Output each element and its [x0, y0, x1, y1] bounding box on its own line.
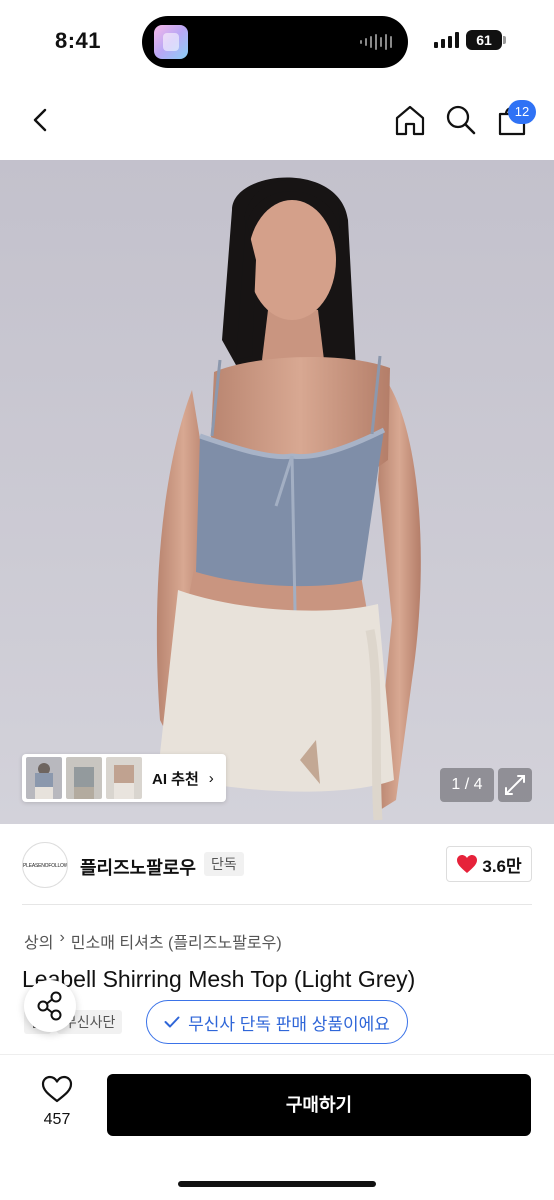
cart-count-badge: 12 [508, 100, 536, 124]
status-bar: 8:41 61 [0, 0, 554, 80]
check-icon [164, 1016, 180, 1028]
wishlist-button[interactable]: 457 [32, 1073, 82, 1137]
audio-wave-icon [360, 33, 392, 51]
exclusive-badge: 단독 [204, 852, 244, 876]
product-photo [0, 160, 554, 824]
image-page-indicator: 1 / 4 [440, 768, 494, 802]
breadcrumb-separator: › [59, 929, 65, 946]
brand-row: PLEASENOFOLLOW 플리즈노팔로우 단독 3.6만 [0, 824, 554, 906]
toast-text: 무신사 단독 판매 상품이에요 [188, 1014, 390, 1034]
app-header [0, 80, 554, 160]
heart-icon [457, 855, 478, 873]
product-title: Leabell Shirring Mesh Top (Light Grey) [22, 966, 416, 992]
home-icon [395, 105, 425, 136]
dynamic-island [142, 16, 408, 68]
wishlist-count: 457 [43, 1111, 71, 1128]
search-icon [446, 105, 476, 135]
breadcrumb-item[interactable]: 상의 [24, 929, 53, 953]
divider [22, 904, 532, 905]
bottom-action-bar: 457 구매하기 [0, 1054, 554, 1200]
thumbnail-1[interactable] [26, 757, 62, 799]
brand-like-button[interactable]: 3.6만 [446, 846, 532, 882]
chevron-right-icon: › [208, 769, 214, 787]
buy-button[interactable]: 구매하기 [107, 1074, 531, 1136]
ai-recommend-strip[interactable]: AI 추천 › [22, 754, 226, 802]
home-indicator [178, 1181, 376, 1187]
chevron-left-icon [33, 108, 47, 132]
signal-icon [434, 32, 459, 48]
expand-icon [505, 775, 525, 795]
ai-recommend-label: AI 추천 [152, 770, 199, 788]
share-button[interactable] [24, 980, 76, 1032]
breadcrumb-item[interactable]: 민소매 티셔츠 (플리즈노팔로우) [71, 929, 282, 953]
battery-icon: 61 [466, 30, 502, 50]
exclusive-toast: 무신사 단독 판매 상품이에요 [146, 1000, 408, 1044]
battery-tip [503, 36, 506, 44]
expand-image-button[interactable] [498, 768, 532, 802]
back-button[interactable] [26, 102, 56, 138]
search-button[interactable] [444, 102, 478, 138]
breadcrumb: 상의 › 민소매 티셔츠 (플리즈노팔로우) [24, 929, 282, 953]
thumbnail-2[interactable] [66, 757, 102, 799]
product-image-gallery[interactable]: AI 추천 › 1 / 4 [0, 160, 554, 824]
brand-name[interactable]: 플리즈노팔로우 [80, 854, 196, 880]
home-button[interactable] [393, 102, 427, 138]
app-icon [154, 25, 188, 59]
thumbnail-3[interactable] [106, 757, 142, 799]
brand-like-count: 3.6만 [482, 856, 522, 876]
brand-logo[interactable]: PLEASENOFOLLOW [22, 842, 68, 888]
share-icon [37, 991, 62, 1021]
heart-outline-icon [41, 1075, 73, 1103]
status-time: 8:41 [55, 28, 102, 53]
